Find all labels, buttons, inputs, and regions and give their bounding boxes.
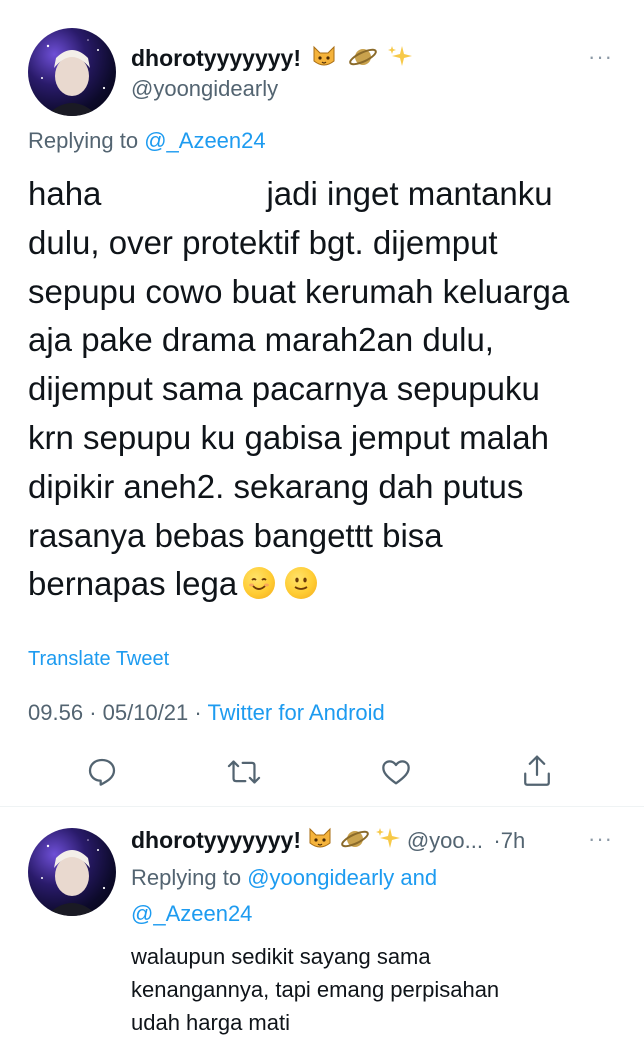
replying-to-link[interactable]: @_Azeen24 [144, 128, 265, 153]
meta-separator: · [89, 700, 97, 725]
reply-time-ago[interactable]: ·7h [493, 828, 525, 853]
reply-text-line: udah harga mati [131, 1010, 290, 1035]
reply-replying-link-2[interactable]: @_Azeen24 [131, 896, 437, 932]
sparkles-icon [374, 826, 402, 852]
cat-face-icon [307, 827, 333, 851]
tweet-text-line: dipikir aneh2. sekarang dah putus [28, 467, 524, 505]
meta-separator: · [194, 700, 202, 725]
reply-more-options-icon[interactable]: ··· [588, 826, 613, 852]
translate-tweet-link[interactable]: Translate Tweet [28, 648, 169, 671]
tweet-source-link[interactable]: Twitter for Android [207, 700, 384, 725]
reply-author-avatar[interactable] [28, 828, 116, 916]
tweet-text-line: bernapas lega [28, 565, 238, 603]
author-avatar[interactable] [28, 28, 116, 116]
reply-author-name[interactable]: dhorotyyyyyyy! [131, 827, 301, 853]
reply-icon[interactable] [86, 756, 118, 788]
tweet-meta: 09.56 · 05/10/21 · Twitter for Android [28, 700, 385, 726]
tweet-text-line: dijemput sama pacarnya sepupuku [28, 370, 540, 408]
reply-replying-prefix: Replying to [131, 865, 242, 890]
author-name[interactable]: dhorotyyyyyyy! [131, 44, 414, 72]
ringed-planet-icon [348, 44, 378, 70]
cat-face-icon [311, 45, 337, 69]
smiling-face-with-smiling-eyes-icon [243, 567, 276, 600]
reply-author-handle[interactable]: @yoo... [407, 828, 483, 853]
tweet-text-line: haha jadi inget mantanku [28, 175, 553, 212]
reply-replying-line-1: Replying to @yoongidearly and [131, 860, 437, 896]
reply-replying-to: Replying to @yoongidearly and @_Azeen24 [131, 860, 437, 932]
sparkles-icon [386, 44, 414, 70]
tweet-divider [0, 806, 644, 807]
share-icon[interactable] [521, 754, 553, 788]
reply-text-line: kenangannya, tapi emang perpisahan [131, 977, 500, 1002]
more-options-icon[interactable]: ··· [588, 44, 613, 70]
replying-to-prefix: Replying to [28, 128, 139, 153]
tweet-text-line: rasanya bebas bangettt bisa [28, 516, 443, 554]
tweet-text-last-line: bernapas lega [28, 560, 628, 609]
tweet-text-line: krn sepupu ku gabisa jemput malah [28, 418, 549, 456]
reply-header: dhorotyyyyyyy! @yoo... ·7h [131, 826, 525, 854]
like-icon[interactable] [379, 756, 413, 788]
tweet-time[interactable]: 09.56 [28, 700, 83, 725]
reply-replying-link-1[interactable]: @yoongidearly [247, 865, 394, 890]
tweet-text-line: aja pake drama marah2an dulu, [28, 321, 494, 359]
tweet-text-line: sepupu cowo buat kerumah keluarga [28, 272, 570, 310]
author-handle[interactable]: @yoongidearly [131, 76, 278, 102]
reply-text: walaupun sedikit sayang sama kenangannya… [131, 940, 499, 1039]
author-name-text[interactable]: dhorotyyyyyyy! [131, 45, 301, 71]
tweet-text: haha jadi inget mantanku dulu, over prot… [28, 170, 628, 609]
tweet-text-line: dulu, over protektif bgt. dijemput [28, 223, 498, 261]
slightly-smiling-face-icon [285, 567, 318, 600]
ringed-planet-icon [340, 826, 370, 852]
reply-text-line: walaupun sedikit sayang sama [131, 944, 431, 969]
reply-replying-and: and [400, 865, 438, 890]
tweet-date[interactable]: 05/10/21 [103, 700, 189, 725]
replying-to-line: Replying to @_Azeen24 [28, 128, 266, 154]
retweet-icon[interactable] [227, 756, 261, 788]
